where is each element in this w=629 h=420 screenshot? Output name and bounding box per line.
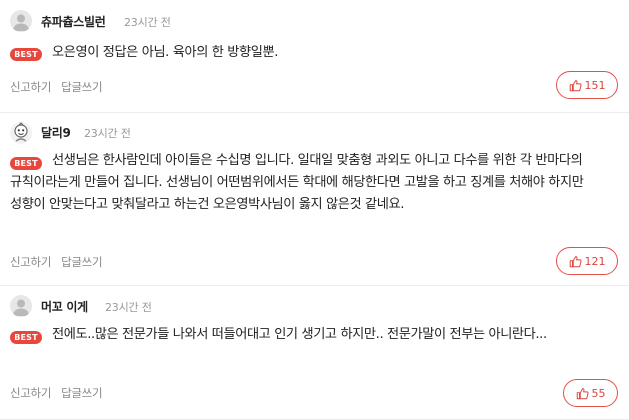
comment-item: 달리9 23시간 전 BEST 선생님은 한사람인데 아이들은 수십명 입니다.… <box>0 113 629 285</box>
comment-actions: 신고하기 답글쓰기 <box>10 79 103 95</box>
comment-text: 선생님은 한사람인데 아이들은 수십명 입니다. 일대일 맞춤형 과외도 아니고… <box>10 153 584 212</box>
like-count: 55 <box>591 386 606 400</box>
comment-text: 오은영이 정답은 아님. 육아의 한 방향일뿐. <box>52 45 278 60</box>
like-button[interactable]: 121 <box>556 247 618 275</box>
like-count: 121 <box>584 254 606 268</box>
comment-actions: 신고하기 답글쓰기 <box>10 385 103 401</box>
comment-time: 23시간 전 <box>124 16 171 29</box>
user-icon <box>13 14 29 31</box>
like-count: 151 <box>584 78 606 92</box>
comment-time: 23시간 전 <box>84 127 131 140</box>
comment-text: 전에도..많은 전문가들 나와서 떠들어대고 인기 생기고 하지만.. 전문가말… <box>52 327 547 342</box>
reply-link[interactable]: 답글쓰기 <box>61 255 102 269</box>
reply-link[interactable]: 답글쓰기 <box>61 386 102 400</box>
like-button[interactable]: 151 <box>556 71 618 99</box>
avatar[interactable] <box>10 122 32 144</box>
comment-item: 츄파츕스빌런 23시간 전 BEST 오은영이 정답은 아님. 육아의 한 방향… <box>0 0 629 112</box>
avatar[interactable] <box>10 10 32 32</box>
comment-time: 23시간 전 <box>105 301 152 314</box>
like-button[interactable]: 55 <box>563 379 618 407</box>
user-icon <box>13 299 29 316</box>
report-link[interactable]: 신고하기 <box>10 255 51 269</box>
report-link[interactable]: 신고하기 <box>10 80 51 94</box>
comment-nickname[interactable]: 달리9 <box>41 124 71 141</box>
thumbs-up-icon <box>576 387 589 399</box>
thumbs-up-icon <box>569 79 582 91</box>
reply-link[interactable]: 답글쓰기 <box>61 80 102 94</box>
avatar[interactable] <box>10 295 32 317</box>
comment-item: 머꼬 이게 23시간 전 BEST 전에도..많은 전문가들 나와서 떠들어대고… <box>0 286 629 420</box>
thumbs-up-icon <box>569 255 582 267</box>
comment-actions: 신고하기 답글쓰기 <box>10 254 103 270</box>
character-avatar-icon <box>14 122 28 142</box>
comment-nickname[interactable]: 머꼬 이게 <box>41 298 88 315</box>
report-link[interactable]: 신고하기 <box>10 386 51 400</box>
comment-nickname[interactable]: 츄파츕스빌런 <box>41 13 106 30</box>
